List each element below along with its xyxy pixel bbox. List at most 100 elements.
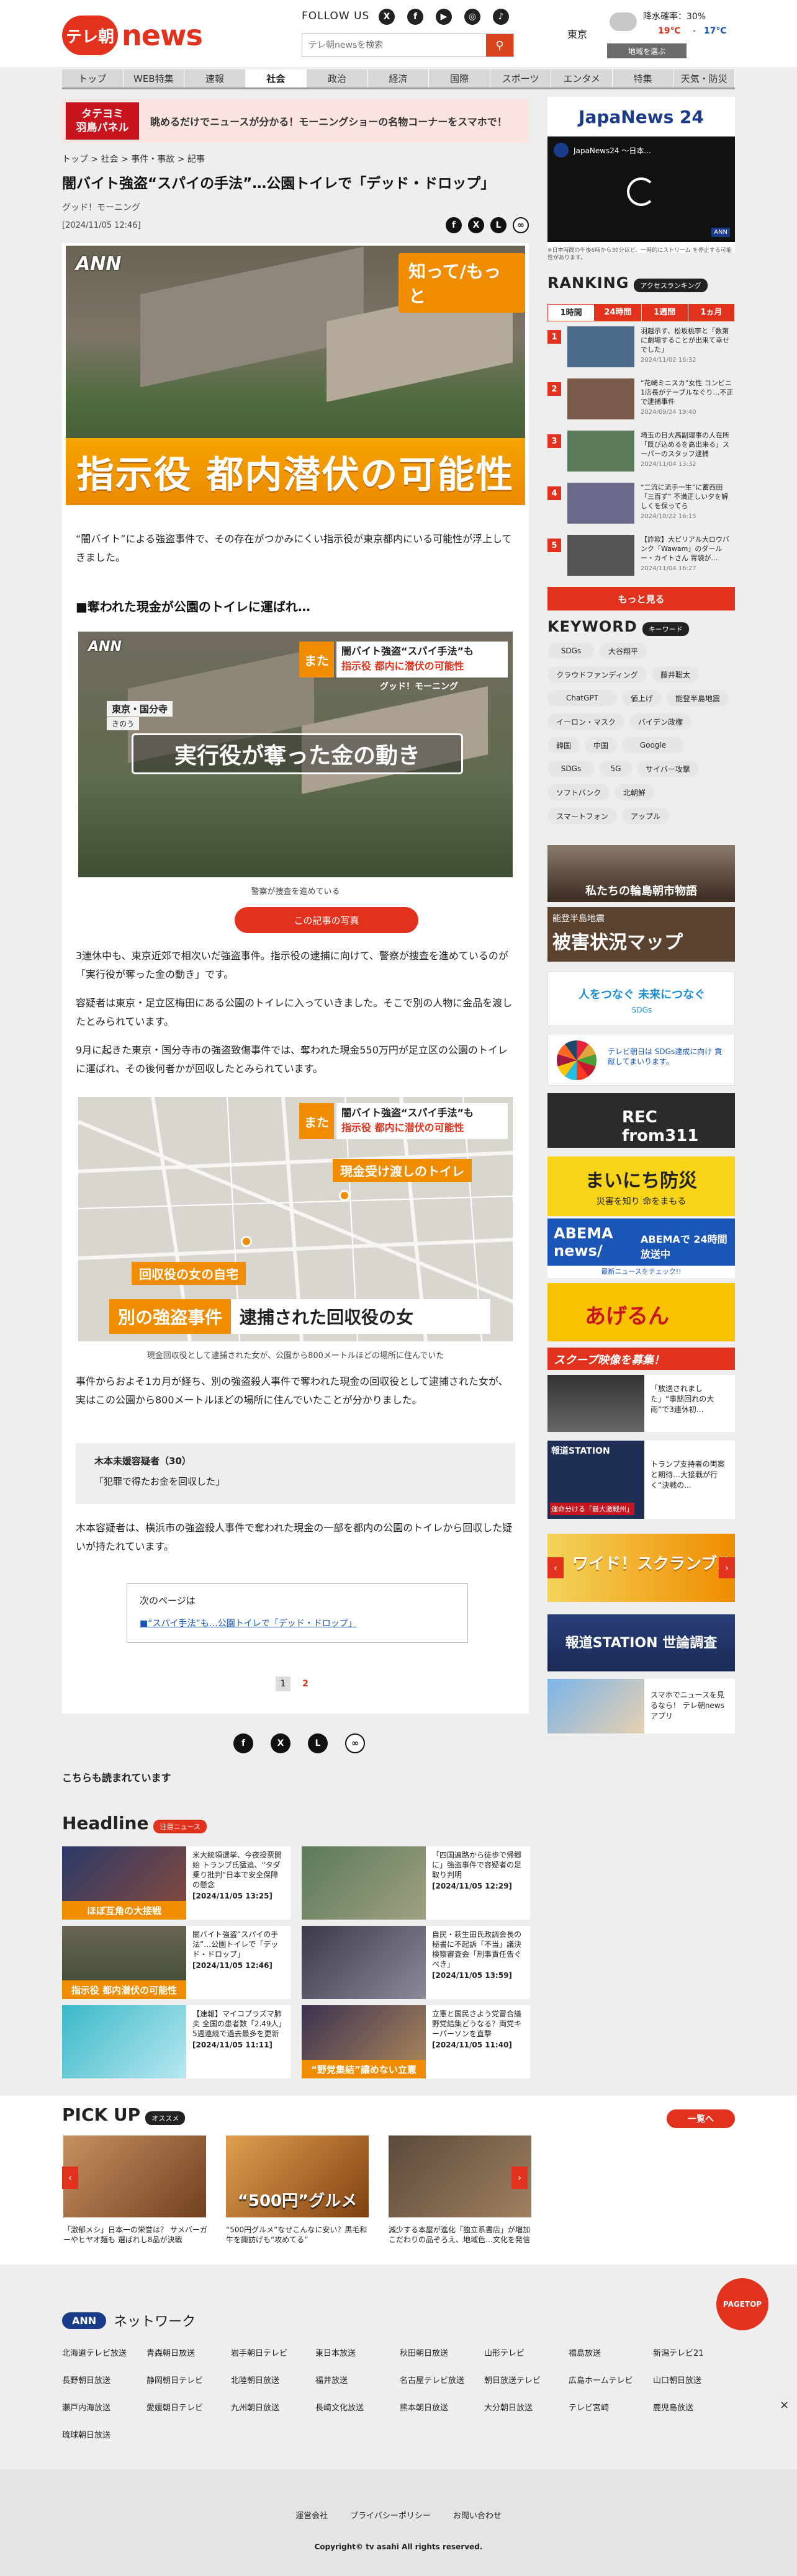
network-station-link[interactable]: 福井放送 [315, 2374, 348, 2386]
nav-item-6[interactable]: 国際 [429, 69, 490, 87]
ranking-tab-3[interactable]: 1ヵ月 [688, 304, 735, 321]
ranking-item[interactable]: 1 羽越示す、松坂桃李と「数第に劇場することが出来て幸せでした」 2024/11/0… [547, 326, 735, 371]
nav-item-10[interactable]: 天気・防災 [673, 69, 736, 87]
headline-card[interactable]: 自民・萩生田氏政調会長の秘書に不起訴「不当」議決 検察審査会「刑事責任告ぐべき」… [302, 1926, 530, 1999]
pickup-text[interactable]: 減少する本屋が進化「独立系書店」が増加 こだわりの品ぞろえ、地域色…文化を発信 [389, 2225, 535, 2245]
network-station-link[interactable]: 大分朝日放送 [484, 2401, 533, 2413]
pickup-prev-icon[interactable]: ‹ [62, 2167, 78, 2189]
keyword-tag[interactable]: 韓国 [547, 737, 580, 753]
scramble-next-icon[interactable]: › [719, 1557, 735, 1578]
nav-item-1[interactable]: WEB特集 [124, 69, 185, 87]
footer-link[interactable]: お問い合わせ [453, 2509, 502, 2521]
scoop-banner[interactable]: スクープ映像を募集！ [547, 1348, 735, 1370]
scramble-banner[interactable]: ワイド！スクランブル ‹ › [547, 1534, 735, 1602]
x-icon[interactable]: X [379, 9, 395, 25]
keyword-tag[interactable]: 値上げ [622, 690, 662, 706]
ranking-item[interactable]: 2 “花崎ミニスカ”女性 コンビニ1店長がテーブルなぐり…不正で逮捕事件 2024/… [547, 378, 735, 423]
abema-banner[interactable]: ABEMA news/ ABEMAで 24時間放送中 最新ニュースをチェック!! [547, 1219, 735, 1278]
noto-asaichi-banner[interactable]: 私たちの輪島朝市物語 [547, 845, 735, 902]
keyword-tag[interactable]: バイデン政権 [629, 713, 691, 730]
network-station-link[interactable]: 静岡朝日テレビ [146, 2374, 203, 2386]
keyword-tag[interactable]: SDGs [547, 761, 595, 777]
ranking-item[interactable]: 5 【詐欺】大ピリアル大ロウバンク「Wawam」のダールー・カイトさん 胃袋が… 2… [547, 535, 735, 579]
network-station-link[interactable]: 愛媛朝日テレビ [146, 2401, 203, 2413]
nav-item-9[interactable]: 特集 [613, 69, 674, 87]
keyword-tag[interactable]: ChatGPT [547, 690, 617, 706]
network-station-link[interactable]: 北陸朝日放送 [231, 2374, 279, 2386]
pickup-next-icon[interactable]: › [511, 2167, 528, 2189]
rec-311-banner[interactable]: REC from311 [547, 1093, 735, 1148]
network-station-link[interactable]: 秋田朝日放送 [400, 2346, 448, 2358]
pagetop-button[interactable]: PAGETOP [716, 2278, 768, 2330]
network-station-link[interactable]: 岩手朝日テレビ [231, 2346, 287, 2358]
headline-card[interactable]: 指示役 都内潜伏の可能性 闇バイト強盗“スパイの手法”…公園トイレで「デッド・ドロ… [62, 1926, 290, 1999]
pickup-card[interactable]: “500円”グルメ [226, 2135, 369, 2217]
keyword-tag[interactable]: 大谷翔平 [600, 643, 647, 659]
network-station-link[interactable]: 名古屋テレビ放送 [400, 2374, 464, 2386]
mainichi-bousai-banner[interactable]: まいにち防災 災害を知り 命をまもる [547, 1156, 735, 1216]
keyword-tag[interactable]: サイバー攻撃 [637, 761, 699, 777]
app-banner[interactable]: スマホでニュースを見るなら！ テレ朝newsアプリ [547, 1679, 735, 1733]
keyword-tag[interactable]: 5G [600, 761, 632, 777]
search-input[interactable] [302, 34, 482, 56]
network-station-link[interactable]: 青森朝日放送 [146, 2346, 195, 2358]
network-station-link[interactable]: テレビ宮崎 [569, 2401, 609, 2413]
keyword-tag[interactable]: ソフトバンク [547, 784, 610, 800]
page-1[interactable]: 1 [276, 1676, 290, 1691]
keyword-tag[interactable]: 北朝鮮 [615, 784, 654, 800]
footer-link[interactable]: プライバシーポリシー [350, 2509, 431, 2521]
nav-item-5[interactable]: 経済 [368, 69, 430, 87]
network-station-link[interactable]: 長崎文化放送 [315, 2401, 364, 2413]
headline-card[interactable]: “野党集結”讓めない立憲 立憲と国民さよう党冒合議 野党結集どうなる？両党キーパー… [302, 2005, 530, 2078]
site-logo[interactable]: テレ朝 news [62, 14, 206, 57]
japanews24-player[interactable]: JapaNews 24 JapaNews24 ～日本... ANN [547, 97, 735, 253]
keyword-tag[interactable]: 藤井聡太 [652, 666, 699, 682]
pickup-text[interactable]: “500円グルメ”なぜこんなに安い？黒毛和牛を諏訪げも“攻めてる” [226, 2225, 372, 2245]
article-photos-button[interactable]: この記事の写真 [235, 907, 418, 933]
nav-item-0[interactable]: トップ [62, 69, 124, 87]
next-page-link[interactable]: ■“スパイ手法”も…公園トイレで「デッド・ドロップ」 [140, 1617, 455, 1629]
network-station-link[interactable]: 福島放送 [569, 2346, 601, 2358]
nav-item-2[interactable]: 速報 [184, 69, 246, 87]
facebook-icon[interactable]: f [407, 9, 423, 25]
keyword-tag[interactable]: イーロン・マスク [547, 713, 624, 730]
keyword-tag[interactable]: クラウドファンディング [547, 666, 647, 682]
youtube-icon[interactable]: ▶ [436, 9, 452, 25]
breadcrumb-society[interactable]: 社会 [101, 154, 119, 164]
network-station-link[interactable]: 瀬戸内海放送 [62, 2401, 110, 2413]
houdou-station-card[interactable]: 報道STATION 運命分ける「最大激戦州」 トランプ支持者の両案と期待…大接戦… [547, 1441, 735, 1519]
keyword-tag[interactable]: アップル [622, 808, 669, 824]
instagram-icon[interactable]: ◎ [464, 9, 480, 25]
facebook-share-bottom-icon[interactable]: f [233, 1733, 253, 1753]
pickup-more-button[interactable]: 一覧へ [667, 2109, 735, 2128]
ranking-item[interactable]: 4 “二流に流手一生”に蓄西田「三百ず” 不満正しい夕を解しくを保ってら 2024/… [547, 483, 735, 527]
network-station-link[interactable]: 新潟テレビ21 [653, 2346, 704, 2358]
poll-banner[interactable]: 報道STATION 世論調査 [547, 1614, 735, 1671]
facebook-share-icon[interactable]: f [446, 217, 462, 233]
sdgs-banner[interactable]: テレビ朝日は SDGs達成に向け 貢献してまいります。 [547, 1034, 735, 1086]
future-sdgs-banner[interactable]: 人をつなぐ 未来につなぐ SDGs [547, 972, 735, 1026]
x-share-bottom-icon[interactable]: X [271, 1733, 290, 1753]
network-station-link[interactable]: 熊本朝日放送 [400, 2401, 448, 2413]
ranking-tab-1[interactable]: 24時間 [595, 304, 642, 321]
hero-image[interactable]: ANN 知って/もっと 指示役 都内潜伏の可能性 [66, 246, 525, 505]
keyword-tag[interactable]: Google [622, 737, 684, 753]
copy-link-icon[interactable]: ∞ [513, 217, 529, 233]
pickup-card[interactable] [389, 2135, 531, 2217]
tiktok-icon[interactable]: ♪ [493, 9, 509, 25]
headline-card[interactable]: ほぼ互角の大接戦 米大統領選挙、今夜投票開始 トランプ氏猛追、“タダ乗り批判”日本… [62, 1846, 290, 1920]
breadcrumb-incident[interactable]: 事件・事故 [131, 154, 174, 164]
scoop-article[interactable]: 「放送されまし た」“事態回れの大 雨”で3連休初... [547, 1375, 735, 1432]
footer-link[interactable]: 運営会社 [295, 2509, 328, 2521]
network-station-link[interactable]: 山口朝日放送 [653, 2374, 701, 2386]
headline-card[interactable]: 「四国遍路から徒歩で帰郷に」強盗事件で容疑者の足取り判明 [2024/11/05 … [302, 1846, 530, 1920]
ranking-tab-0[interactable]: 1時間 [547, 304, 595, 321]
network-station-link[interactable]: 鹿児島放送 [653, 2401, 693, 2413]
keyword-tag[interactable]: スマートフォン [547, 808, 617, 824]
keyword-tag[interactable]: 能登半島地震 [667, 690, 729, 706]
pickup-text[interactable]: 「激郁メシ」日本一の栄誉は？ サメバーガーやヒヤオ麺も 選ばれし8品が決戦 [63, 2225, 210, 2245]
video-player[interactable]: JapaNews24 ～日本... ANN [547, 136, 735, 242]
nav-item-3[interactable]: 社会 [245, 69, 307, 87]
keyword-tag[interactable]: SDGs [547, 643, 595, 659]
search-icon[interactable]: ⚲ [486, 34, 513, 56]
